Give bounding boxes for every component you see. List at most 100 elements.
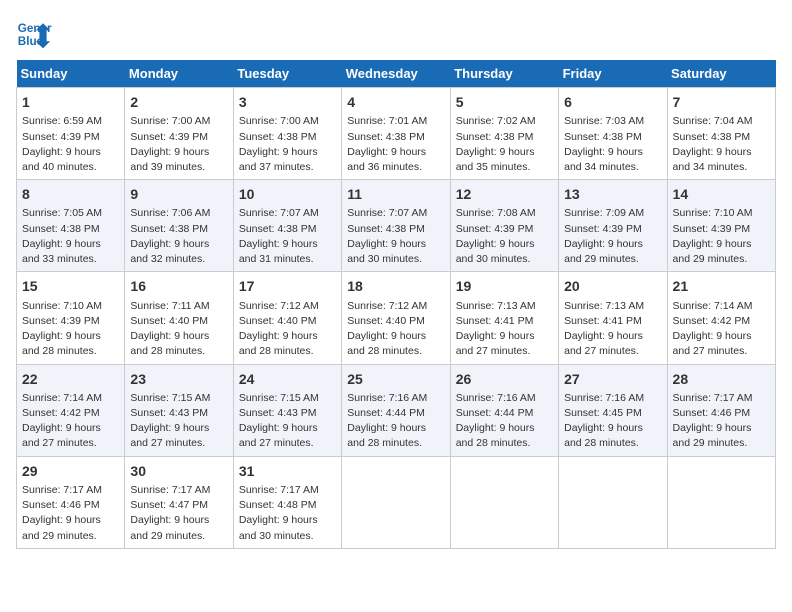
day-info: Sunrise: 7:10 AM Sunset: 4:39 PM Dayligh… (673, 206, 770, 267)
day-info: Sunrise: 7:17 AM Sunset: 4:47 PM Dayligh… (130, 483, 227, 544)
header: General Blue (16, 16, 776, 52)
day-info: Sunrise: 7:17 AM Sunset: 4:48 PM Dayligh… (239, 483, 336, 544)
calendar-cell: 21 Sunrise: 7:14 AM Sunset: 4:42 PM Dayli… (667, 272, 775, 364)
day-number: 23 (130, 369, 227, 389)
day-info: Sunrise: 7:15 AM Sunset: 4:43 PM Dayligh… (130, 391, 227, 452)
header-thursday: Thursday (450, 60, 558, 88)
header-saturday: Saturday (667, 60, 775, 88)
calendar-cell: 28Sunrise: 7:17 AM Sunset: 4:46 PM Dayli… (667, 364, 775, 456)
day-info: Sunrise: 7:14 AM Sunset: 4:42 PM Dayligh… (673, 299, 770, 360)
logo-icon: General Blue (16, 16, 52, 52)
calendar-cell: 3Sunrise: 7:00 AM Sunset: 4:38 PM Daylig… (233, 88, 341, 180)
day-info: Sunrise: 7:01 AM Sunset: 4:38 PM Dayligh… (347, 114, 444, 175)
calendar-cell (342, 456, 450, 548)
calendar-cell: 6Sunrise: 7:03 AM Sunset: 4:38 PM Daylig… (559, 88, 667, 180)
calendar-cell: 2Sunrise: 7:00 AM Sunset: 4:39 PM Daylig… (125, 88, 233, 180)
calendar-cell: 4Sunrise: 7:01 AM Sunset: 4:38 PM Daylig… (342, 88, 450, 180)
calendar-cell: 20 Sunrise: 7:13 AM Sunset: 4:41 PM Dayli… (559, 272, 667, 364)
calendar-header-row: SundayMondayTuesdayWednesdayThursdayFrid… (17, 60, 776, 88)
header-tuesday: Tuesday (233, 60, 341, 88)
calendar-cell: 5Sunrise: 7:02 AM Sunset: 4:38 PM Daylig… (450, 88, 558, 180)
day-info: Sunrise: 6:59 AM Sunset: 4:39 PM Dayligh… (22, 114, 119, 175)
day-number: 17 (239, 276, 336, 296)
calendar-cell: 29Sunrise: 7:17 AM Sunset: 4:46 PM Dayli… (17, 456, 125, 548)
day-number: 1 (22, 92, 119, 112)
calendar-week-row: 22Sunrise: 7:14 AM Sunset: 4:42 PM Dayli… (17, 364, 776, 456)
day-number: 24 (239, 369, 336, 389)
day-info: Sunrise: 7:09 AM Sunset: 4:39 PM Dayligh… (564, 206, 661, 267)
day-info: Sunrise: 7:16 AM Sunset: 4:44 PM Dayligh… (456, 391, 553, 452)
day-number: 12 (456, 184, 553, 204)
day-number: 26 (456, 369, 553, 389)
day-info: Sunrise: 7:17 AM Sunset: 4:46 PM Dayligh… (673, 391, 770, 452)
calendar-cell: 14Sunrise: 7:10 AM Sunset: 4:39 PM Dayli… (667, 180, 775, 272)
day-info: Sunrise: 7:05 AM Sunset: 4:38 PM Dayligh… (22, 206, 119, 267)
day-info: Sunrise: 7:14 AM Sunset: 4:42 PM Dayligh… (22, 391, 119, 452)
day-number: 18 (347, 276, 444, 296)
calendar-cell: 25Sunrise: 7:16 AM Sunset: 4:44 PM Dayli… (342, 364, 450, 456)
day-number: 6 (564, 92, 661, 112)
calendar-cell: 9Sunrise: 7:06 AM Sunset: 4:38 PM Daylig… (125, 180, 233, 272)
day-number: 4 (347, 92, 444, 112)
day-number: 14 (673, 184, 770, 204)
day-info: Sunrise: 7:11 AM Sunset: 4:40 PM Dayligh… (130, 299, 227, 360)
header-friday: Friday (559, 60, 667, 88)
calendar-cell: 16Sunrise: 7:11 AM Sunset: 4:40 PM Dayli… (125, 272, 233, 364)
calendar-cell: 24Sunrise: 7:15 AM Sunset: 4:43 PM Dayli… (233, 364, 341, 456)
day-number: 31 (239, 461, 336, 481)
day-info: Sunrise: 7:07 AM Sunset: 4:38 PM Dayligh… (239, 206, 336, 267)
header-sunday: Sunday (17, 60, 125, 88)
calendar-cell: 19 Sunrise: 7:13 AM Sunset: 4:41 PM Dayli… (450, 272, 558, 364)
calendar-week-row: 8Sunrise: 7:05 AM Sunset: 4:38 PM Daylig… (17, 180, 776, 272)
day-info: Sunrise: 7:16 AM Sunset: 4:45 PM Dayligh… (564, 391, 661, 452)
day-info: Sunrise: 7:16 AM Sunset: 4:44 PM Dayligh… (347, 391, 444, 452)
calendar-cell (559, 456, 667, 548)
calendar-cell: 15Sunrise: 7:10 AM Sunset: 4:39 PM Dayli… (17, 272, 125, 364)
logo: General Blue (16, 16, 60, 52)
day-info: Sunrise: 7:03 AM Sunset: 4:38 PM Dayligh… (564, 114, 661, 175)
day-info: Sunrise: 7:08 AM Sunset: 4:39 PM Dayligh… (456, 206, 553, 267)
calendar-table: SundayMondayTuesdayWednesdayThursdayFrid… (16, 60, 776, 549)
day-info: Sunrise: 7:12 AM Sunset: 4:40 PM Dayligh… (239, 299, 336, 360)
day-info: Sunrise: 7:04 AM Sunset: 4:38 PM Dayligh… (673, 114, 770, 175)
day-number: 22 (22, 369, 119, 389)
day-info: Sunrise: 7:00 AM Sunset: 4:39 PM Dayligh… (130, 114, 227, 175)
calendar-cell: 10Sunrise: 7:07 AM Sunset: 4:38 PM Dayli… (233, 180, 341, 272)
day-number: 5 (456, 92, 553, 112)
day-number: 13 (564, 184, 661, 204)
day-number: 19 (456, 276, 553, 296)
day-info: Sunrise: 7:17 AM Sunset: 4:46 PM Dayligh… (22, 483, 119, 544)
calendar-cell: 31Sunrise: 7:17 AM Sunset: 4:48 PM Dayli… (233, 456, 341, 548)
calendar-cell (667, 456, 775, 548)
calendar-week-row: 15Sunrise: 7:10 AM Sunset: 4:39 PM Dayli… (17, 272, 776, 364)
day-number: 25 (347, 369, 444, 389)
calendar-cell: 23Sunrise: 7:15 AM Sunset: 4:43 PM Dayli… (125, 364, 233, 456)
day-info: Sunrise: 7:15 AM Sunset: 4:43 PM Dayligh… (239, 391, 336, 452)
day-number: 7 (673, 92, 770, 112)
day-info: Sunrise: 7:12 AM Sunset: 4:40 PM Dayligh… (347, 299, 444, 360)
day-info: Sunrise: 7:06 AM Sunset: 4:38 PM Dayligh… (130, 206, 227, 267)
calendar-cell: 26Sunrise: 7:16 AM Sunset: 4:44 PM Dayli… (450, 364, 558, 456)
day-info: Sunrise: 7:02 AM Sunset: 4:38 PM Dayligh… (456, 114, 553, 175)
header-wednesday: Wednesday (342, 60, 450, 88)
day-number: 21 (673, 276, 770, 296)
day-number: 20 (564, 276, 661, 296)
calendar-cell: 22Sunrise: 7:14 AM Sunset: 4:42 PM Dayli… (17, 364, 125, 456)
day-info: Sunrise: 7:10 AM Sunset: 4:39 PM Dayligh… (22, 299, 119, 360)
day-number: 28 (673, 369, 770, 389)
day-info: Sunrise: 7:00 AM Sunset: 4:38 PM Dayligh… (239, 114, 336, 175)
calendar-cell (450, 456, 558, 548)
day-info: Sunrise: 7:13 AM Sunset: 4:41 PM Dayligh… (456, 299, 553, 360)
day-number: 3 (239, 92, 336, 112)
calendar-cell: 18 Sunrise: 7:12 AM Sunset: 4:40 PM Dayli… (342, 272, 450, 364)
day-number: 30 (130, 461, 227, 481)
day-number: 2 (130, 92, 227, 112)
calendar-cell: 30Sunrise: 7:17 AM Sunset: 4:47 PM Dayli… (125, 456, 233, 548)
day-info: Sunrise: 7:13 AM Sunset: 4:41 PM Dayligh… (564, 299, 661, 360)
calendar-cell: 12Sunrise: 7:08 AM Sunset: 4:39 PM Dayli… (450, 180, 558, 272)
day-number: 27 (564, 369, 661, 389)
calendar-cell: 11Sunrise: 7:07 AM Sunset: 4:38 PM Dayli… (342, 180, 450, 272)
calendar-week-row: 1Sunrise: 6:59 AM Sunset: 4:39 PM Daylig… (17, 88, 776, 180)
header-monday: Monday (125, 60, 233, 88)
calendar-cell: 8Sunrise: 7:05 AM Sunset: 4:38 PM Daylig… (17, 180, 125, 272)
